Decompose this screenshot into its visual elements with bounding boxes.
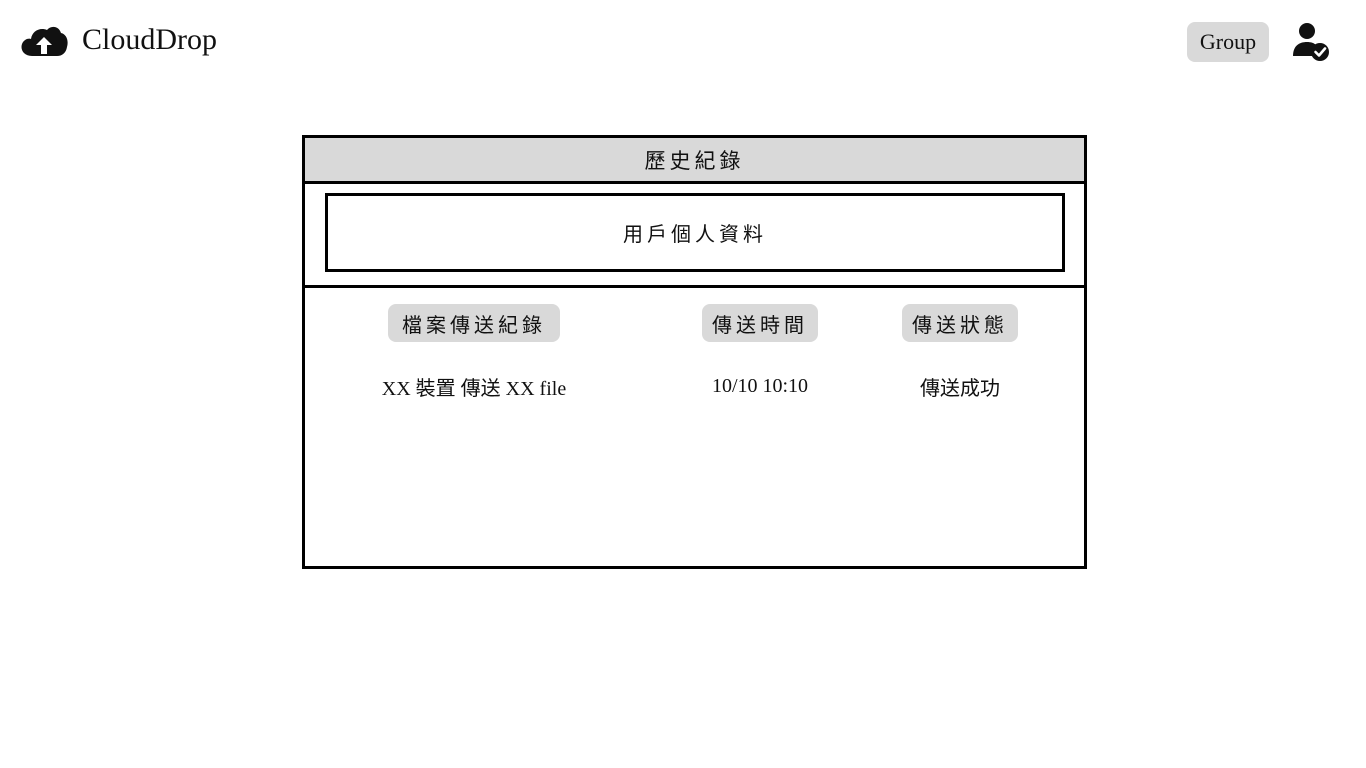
profile-section: 用戶個人資料	[305, 184, 1084, 288]
column-header-file-record: 檔案傳送紀錄	[388, 304, 560, 342]
brand-name: CloudDrop	[82, 23, 217, 56]
top-bar: CloudDrop Group	[0, 0, 1366, 86]
user-profile-button[interactable]: 用戶個人資料	[325, 193, 1065, 272]
group-button[interactable]: Group	[1187, 22, 1269, 62]
record-cell: XX 裝置 傳送 XX file	[381, 377, 567, 400]
logo[interactable]: CloudDrop	[20, 20, 217, 60]
column-header-transfer-status: 傳送狀態	[902, 304, 1018, 342]
history-panel: 歷史紀錄 用戶個人資料 檔案傳送紀錄 傳送時間 傳送狀態 XX 裝置 傳送 XX…	[302, 135, 1087, 569]
column-header-transfer-time: 傳送時間	[702, 304, 818, 342]
status-cell: 傳送成功	[920, 377, 1000, 400]
cloud-upload-icon	[20, 22, 68, 58]
time-cell: 10/10 10:10	[711, 374, 809, 397]
transfer-records: 檔案傳送紀錄 傳送時間 傳送狀態 XX 裝置 傳送 XX file 10/10 …	[305, 288, 1084, 563]
history-title: 歷史紀錄	[305, 138, 1084, 184]
user-verified-icon[interactable]	[1289, 20, 1331, 66]
